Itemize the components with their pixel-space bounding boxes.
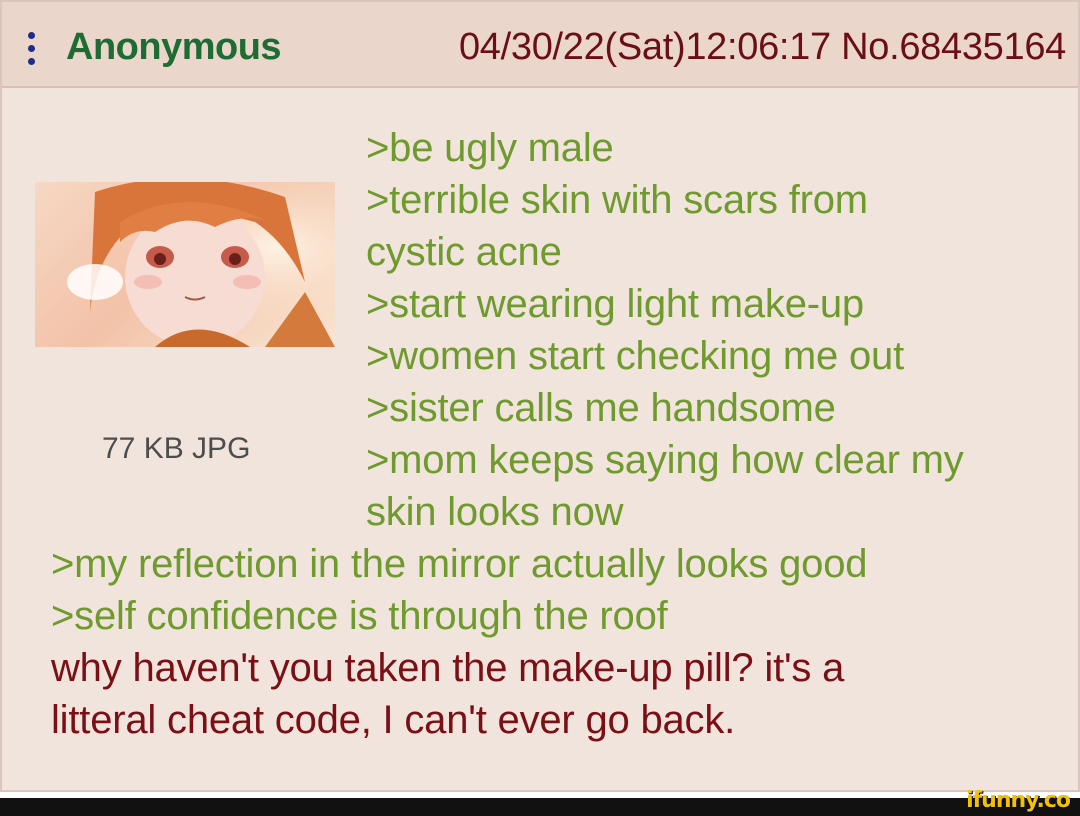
greentext-line: >terrible skin with scars from [366, 178, 868, 222]
greentext-line: skin looks now [366, 490, 624, 534]
comment-line: why haven't you taken the make-up pill? … [51, 646, 845, 690]
comment-line: litteral cheat code, I can't ever go bac… [51, 698, 736, 742]
poster-name: Anonymous [66, 26, 282, 68]
greentext-line: >sister calls me handsome [366, 386, 836, 430]
greentext-line: >my reflection in the mirror actually lo… [51, 542, 868, 586]
post-card: Anonymous 04/30/22(Sat)12:06:17 No.68435… [0, 0, 1080, 792]
thumbnail-image[interactable] [35, 182, 335, 347]
greentext-line: >start wearing light make-up [366, 282, 864, 326]
ifunny-watermark-logo: ifunny.co [966, 788, 1071, 813]
greentext-line: >mom keeps saying how clear my [366, 438, 964, 482]
file-info: 77 KB JPG [102, 432, 251, 465]
post-meta[interactable]: 04/30/22(Sat)12:06:17 No.68435164 [459, 26, 1066, 69]
more-options-icon[interactable] [28, 32, 36, 68]
greentext-line: cystic acne [366, 230, 562, 274]
greentext-line: >women start checking me out [366, 334, 904, 378]
greentext-line: >be ugly male [366, 126, 614, 170]
greentext-line: >self confidence is through the roof [51, 594, 668, 638]
post-header: Anonymous 04/30/22(Sat)12:06:17 No.68435… [2, 2, 1078, 88]
footer-bar [0, 798, 1080, 816]
